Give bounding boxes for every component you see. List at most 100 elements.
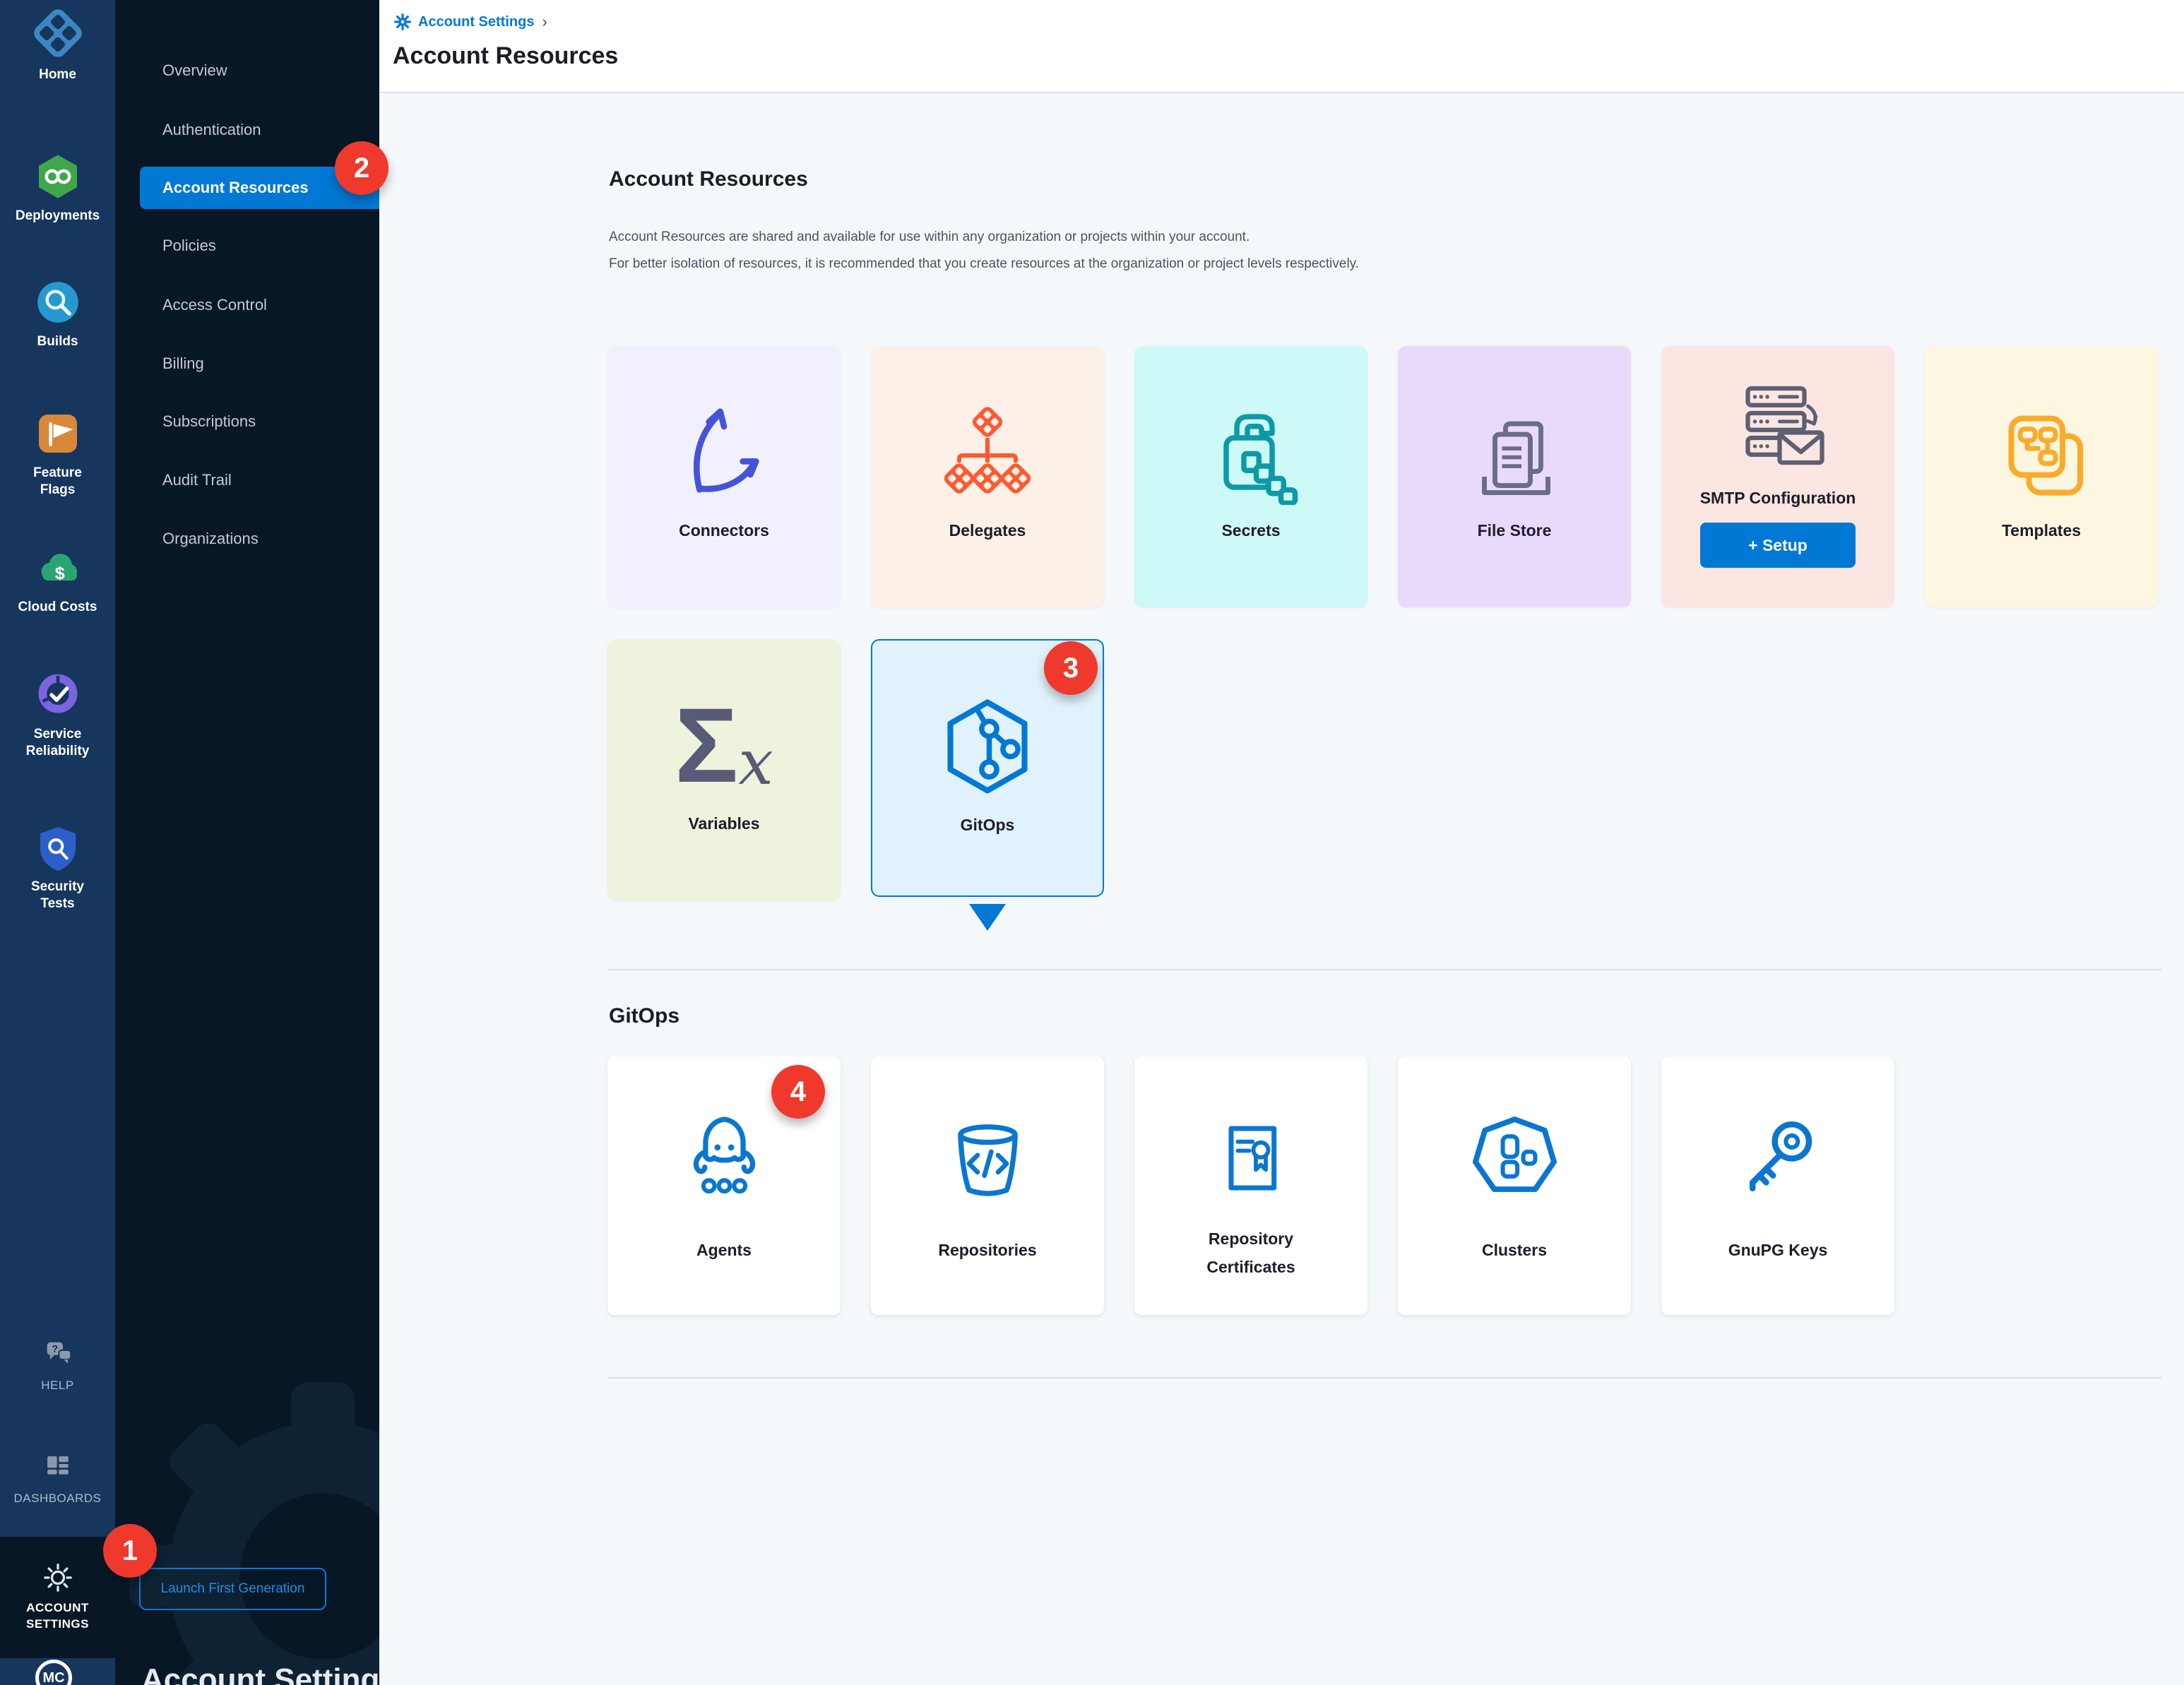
sidebar-item-authentication[interactable]: Authentication <box>162 119 261 141</box>
card-templates[interactable]: Templates <box>1925 346 2158 607</box>
breadcrumb-chevron: › <box>542 13 547 31</box>
sidebar-item-organizations[interactable]: Organizations <box>162 528 259 549</box>
svg-text:$: $ <box>54 564 64 583</box>
annotation-badge-4: 4 <box>771 1065 825 1119</box>
page-header: Account Settings › Account Resources <box>379 0 2184 93</box>
rail-item-account-settings[interactable]: ACCOUNT SETTINGS <box>0 1559 115 1633</box>
settings-sidebar: Overview Authentication Account Resource… <box>115 0 379 1685</box>
rail-label: Home <box>0 66 115 83</box>
card-gnupg-keys[interactable]: GnuPG Keys <box>1661 1056 1894 1315</box>
card-label: Secrets <box>1134 520 1367 541</box>
delegates-icon <box>934 399 1040 505</box>
sigma-glyph: Σ <box>675 692 738 798</box>
section-title: Account Resources <box>609 167 808 191</box>
rail-item-service-reliability[interactable]: Service Reliability <box>0 669 115 760</box>
card-repositories[interactable]: Repositories <box>871 1056 1104 1315</box>
annotation-badge-1: 1 <box>103 1524 157 1578</box>
rail-label: Cloud Costs <box>16 599 100 616</box>
rail-label: Deployments <box>0 208 115 225</box>
annotation-badge-2: 2 <box>335 141 388 195</box>
selected-card-pointer-icon <box>969 904 1006 931</box>
card-label: Connectors <box>607 520 841 541</box>
gitops-section-title: GitOps <box>609 1004 679 1028</box>
rail-label: ACCOUNT SETTINGS <box>18 1600 97 1633</box>
launch-first-generation-button[interactable]: Launch First Generation <box>139 1568 326 1610</box>
rail-label: Builds <box>0 333 115 350</box>
section-divider <box>607 1377 2161 1379</box>
card-label: Clusters <box>1398 1239 1631 1261</box>
sidebar-item-audit-trail[interactable]: Audit Trail <box>162 470 232 491</box>
security-tests-icon <box>32 822 83 873</box>
module-rail: Home Deployments Builds Fe <box>0 0 115 1685</box>
page-title: Account Resources <box>393 42 618 70</box>
deployments-icon <box>32 151 83 202</box>
card-connectors[interactable]: Connectors <box>607 346 841 607</box>
card-repository-certificates[interactable]: Repository Certificates <box>1134 1056 1367 1315</box>
rail-item-home[interactable]: Home <box>0 6 115 83</box>
section-description-line1: Account Resources are shared and availab… <box>609 224 1250 251</box>
rail-label: HELP <box>0 1379 115 1393</box>
card-label: GnuPG Keys <box>1661 1239 1894 1261</box>
card-clusters[interactable]: Clusters <box>1398 1056 1631 1315</box>
rail-item-help[interactable]: ? HELP <box>0 1333 115 1393</box>
x-glyph: x <box>738 732 773 794</box>
rail-item-dashboards[interactable]: DASHBOARDS <box>0 1448 115 1506</box>
rail-label: Feature Flags <box>16 465 100 499</box>
card-label: Repositories <box>871 1239 1104 1261</box>
card-label: Agents <box>607 1239 841 1261</box>
section-description-line2: For better isolation of resources, it is… <box>609 251 1359 278</box>
rail-item-builds[interactable]: Builds <box>0 277 115 350</box>
breadcrumb-account-settings-link[interactable]: Account Settings <box>418 14 534 30</box>
rail-item-feature-flags[interactable]: Feature Flags <box>0 408 115 499</box>
help-icon: ? <box>38 1333 78 1373</box>
gitops-icon <box>934 693 1040 799</box>
variables-sigma-icon: Σ x <box>675 692 773 798</box>
card-label: Repository Certificates <box>1173 1225 1329 1281</box>
section-divider <box>607 969 2161 970</box>
main-content: Account Resources Account Resources are … <box>379 95 2184 1685</box>
svg-text:?: ? <box>52 1343 58 1354</box>
card-delegates[interactable]: Delegates <box>871 346 1104 607</box>
rail-item-security-tests[interactable]: Security Tests <box>0 822 115 912</box>
card-label: Delegates <box>871 520 1104 541</box>
gear-icon <box>40 1559 76 1596</box>
sidebar-item-overview[interactable]: Overview <box>162 60 227 81</box>
home-icon <box>30 6 85 61</box>
rail-label: DASHBOARDS <box>0 1492 115 1506</box>
rail-label: Security Tests <box>16 879 100 912</box>
rail-item-deployments[interactable]: Deployments <box>0 151 115 225</box>
sidebar-item-access-control[interactable]: Access Control <box>162 294 267 316</box>
repositories-bucket-icon <box>937 1107 1039 1210</box>
annotation-badge-3: 3 <box>1044 641 1098 695</box>
sidebar-item-policies[interactable]: Policies <box>162 235 216 256</box>
sidebar-item-billing[interactable]: Billing <box>162 353 204 374</box>
sidebar-item-account-resources[interactable]: Account Resources <box>162 177 309 198</box>
cloud-costs-icon: $ <box>32 542 83 593</box>
feature-flags-icon <box>32 408 83 459</box>
card-label: Variables <box>607 813 841 834</box>
gnupg-key-icon <box>1727 1107 1829 1210</box>
user-avatar[interactable]: MC <box>35 1660 72 1685</box>
card-file-store[interactable]: File Store <box>1398 346 1631 607</box>
clusters-icon <box>1464 1107 1566 1210</box>
gear-watermark-icon <box>125 1379 379 1685</box>
connectors-icon <box>667 395 781 508</box>
repository-certificates-icon <box>1201 1109 1300 1208</box>
card-secrets[interactable]: Secrets <box>1134 346 1367 607</box>
card-smtp-configuration[interactable]: SMTP Configuration + Setup <box>1661 346 1894 607</box>
card-variables[interactable]: Σ x Variables <box>607 639 841 900</box>
smtp-setup-button[interactable]: + Setup <box>1700 523 1856 568</box>
service-reliability-icon <box>32 669 83 720</box>
smtp-servers-icon <box>1725 371 1831 477</box>
card-label: File Store <box>1398 520 1631 541</box>
rail-item-cloud-costs[interactable]: $ Cloud Costs <box>0 542 115 616</box>
breadcrumb[interactable]: Account Settings › <box>393 13 547 31</box>
file-store-icon <box>1461 399 1567 505</box>
builds-icon <box>32 277 83 328</box>
sidebar-item-subscriptions[interactable]: Subscriptions <box>162 411 256 432</box>
app-window: Home Deployments Builds Fe <box>0 0 2184 1685</box>
rail-label: Service Reliability <box>16 726 100 760</box>
settings-gear-icon <box>393 13 412 31</box>
sidebar-panel-title: Account Settings <box>141 1662 379 1685</box>
agents-squid-icon <box>673 1107 776 1210</box>
